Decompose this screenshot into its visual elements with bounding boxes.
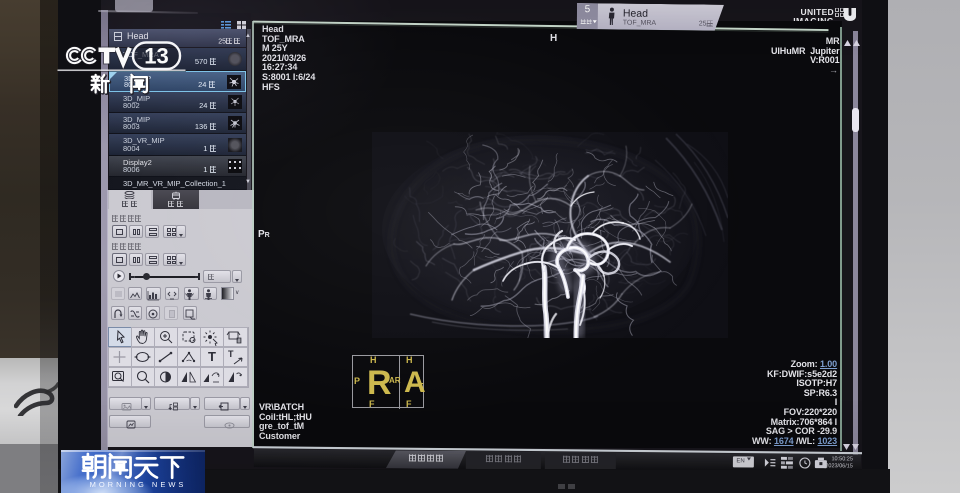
svg-text:13: 13 — [144, 44, 168, 69]
